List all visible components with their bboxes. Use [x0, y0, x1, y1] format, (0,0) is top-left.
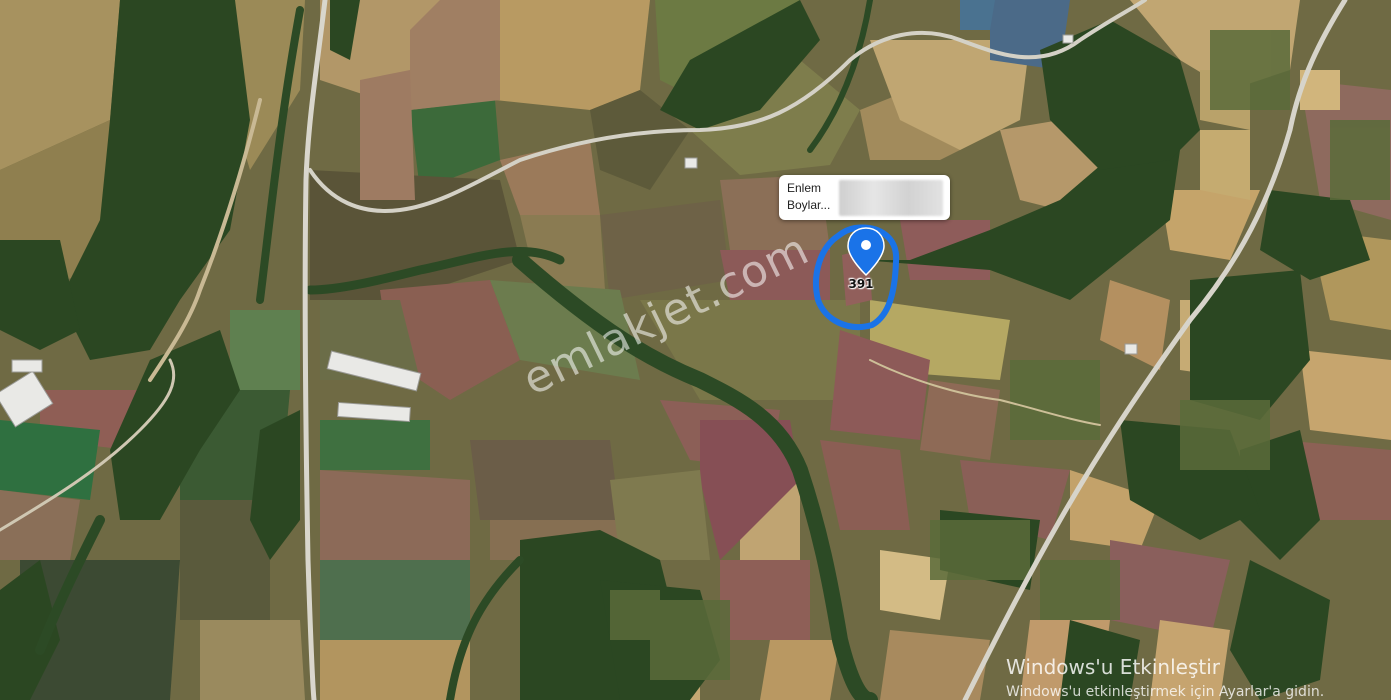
windows-activation-subtitle: Windows'u etkinleştirmek için Ayarlar'a …	[1006, 684, 1325, 700]
windows-activation-title: Windows'u Etkinleştir	[1006, 655, 1221, 679]
redacted-coordinates	[839, 180, 943, 216]
satellite-map[interactable]	[0, 0, 1391, 700]
parcel-number-label: 391	[848, 277, 874, 291]
coordinate-popup[interactable]: Enlem Boylar...	[779, 175, 950, 220]
